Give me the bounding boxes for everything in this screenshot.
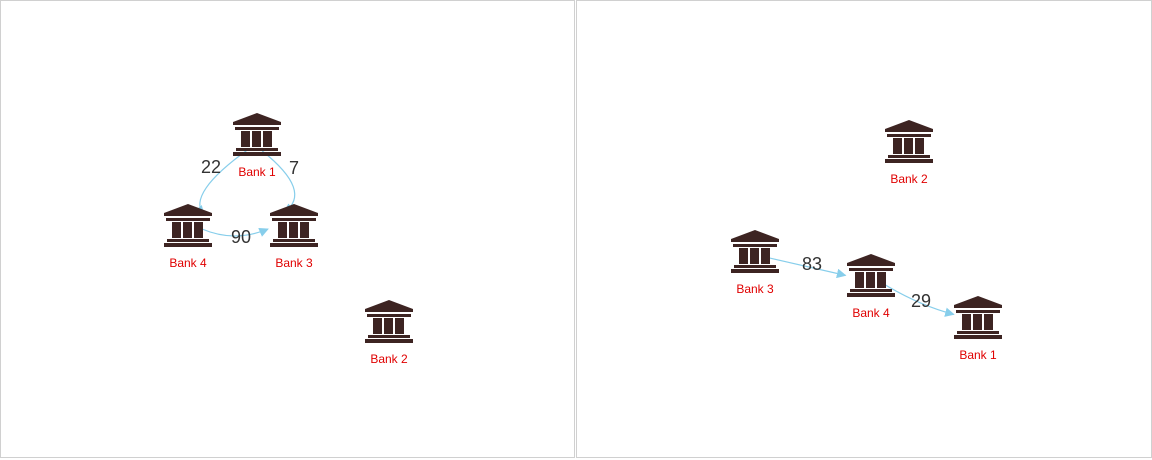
bank-icon <box>885 120 933 163</box>
bank-label: Bank 3 <box>736 282 774 296</box>
bank-node-b2[interactable]: Bank 2 <box>365 300 413 366</box>
bank-node-b1[interactable]: Bank 1 <box>233 113 281 179</box>
bank-node-b3[interactable]: Bank 3 <box>270 204 318 270</box>
bank-node-b1[interactable]: Bank 1 <box>954 296 1002 362</box>
bank-label: Bank 1 <box>959 348 997 362</box>
edge-weight-label: 22 <box>201 157 221 177</box>
edge-weight-label: 29 <box>911 291 931 311</box>
graph-panel-left[interactable]: 22 7 90 Bank 1 Bank 4 Bank 3 Bank 2 <box>0 0 575 458</box>
edge-weight-label: 90 <box>231 227 251 247</box>
graph-canvas-right[interactable]: 83 29 Bank 2 Bank 3 Bank 4 Bank 1 <box>577 1 1152 459</box>
bank-node-b3[interactable]: Bank 3 <box>731 230 779 296</box>
bank-icon <box>847 254 895 297</box>
nodes-right: Bank 2 Bank 3 Bank 4 Bank 1 <box>731 120 1002 362</box>
nodes-left: Bank 1 Bank 4 Bank 3 Bank 2 <box>164 113 413 366</box>
bank-node-b2[interactable]: Bank 2 <box>885 120 933 186</box>
bank-node-b4[interactable]: Bank 4 <box>164 204 212 270</box>
bank-icon <box>954 296 1002 339</box>
bank-icon <box>731 230 779 273</box>
edge-weight-label: 7 <box>289 158 299 178</box>
bank-icon <box>365 300 413 343</box>
graph-panel-right[interactable]: 83 29 Bank 2 Bank 3 Bank 4 Bank 1 <box>576 0 1152 458</box>
edge-weight-label: 83 <box>802 254 822 274</box>
bank-label: Bank 4 <box>169 256 207 270</box>
bank-label: Bank 2 <box>890 172 928 186</box>
graph-canvas-left[interactable]: 22 7 90 Bank 1 Bank 4 Bank 3 Bank 2 <box>1 1 576 459</box>
bank-label: Bank 3 <box>275 256 313 270</box>
bank-label: Bank 2 <box>370 352 408 366</box>
bank-icon <box>233 113 281 156</box>
bank-icon <box>164 204 212 247</box>
bank-icon <box>270 204 318 247</box>
bank-label: Bank 4 <box>852 306 890 320</box>
bank-label: Bank 1 <box>238 165 276 179</box>
